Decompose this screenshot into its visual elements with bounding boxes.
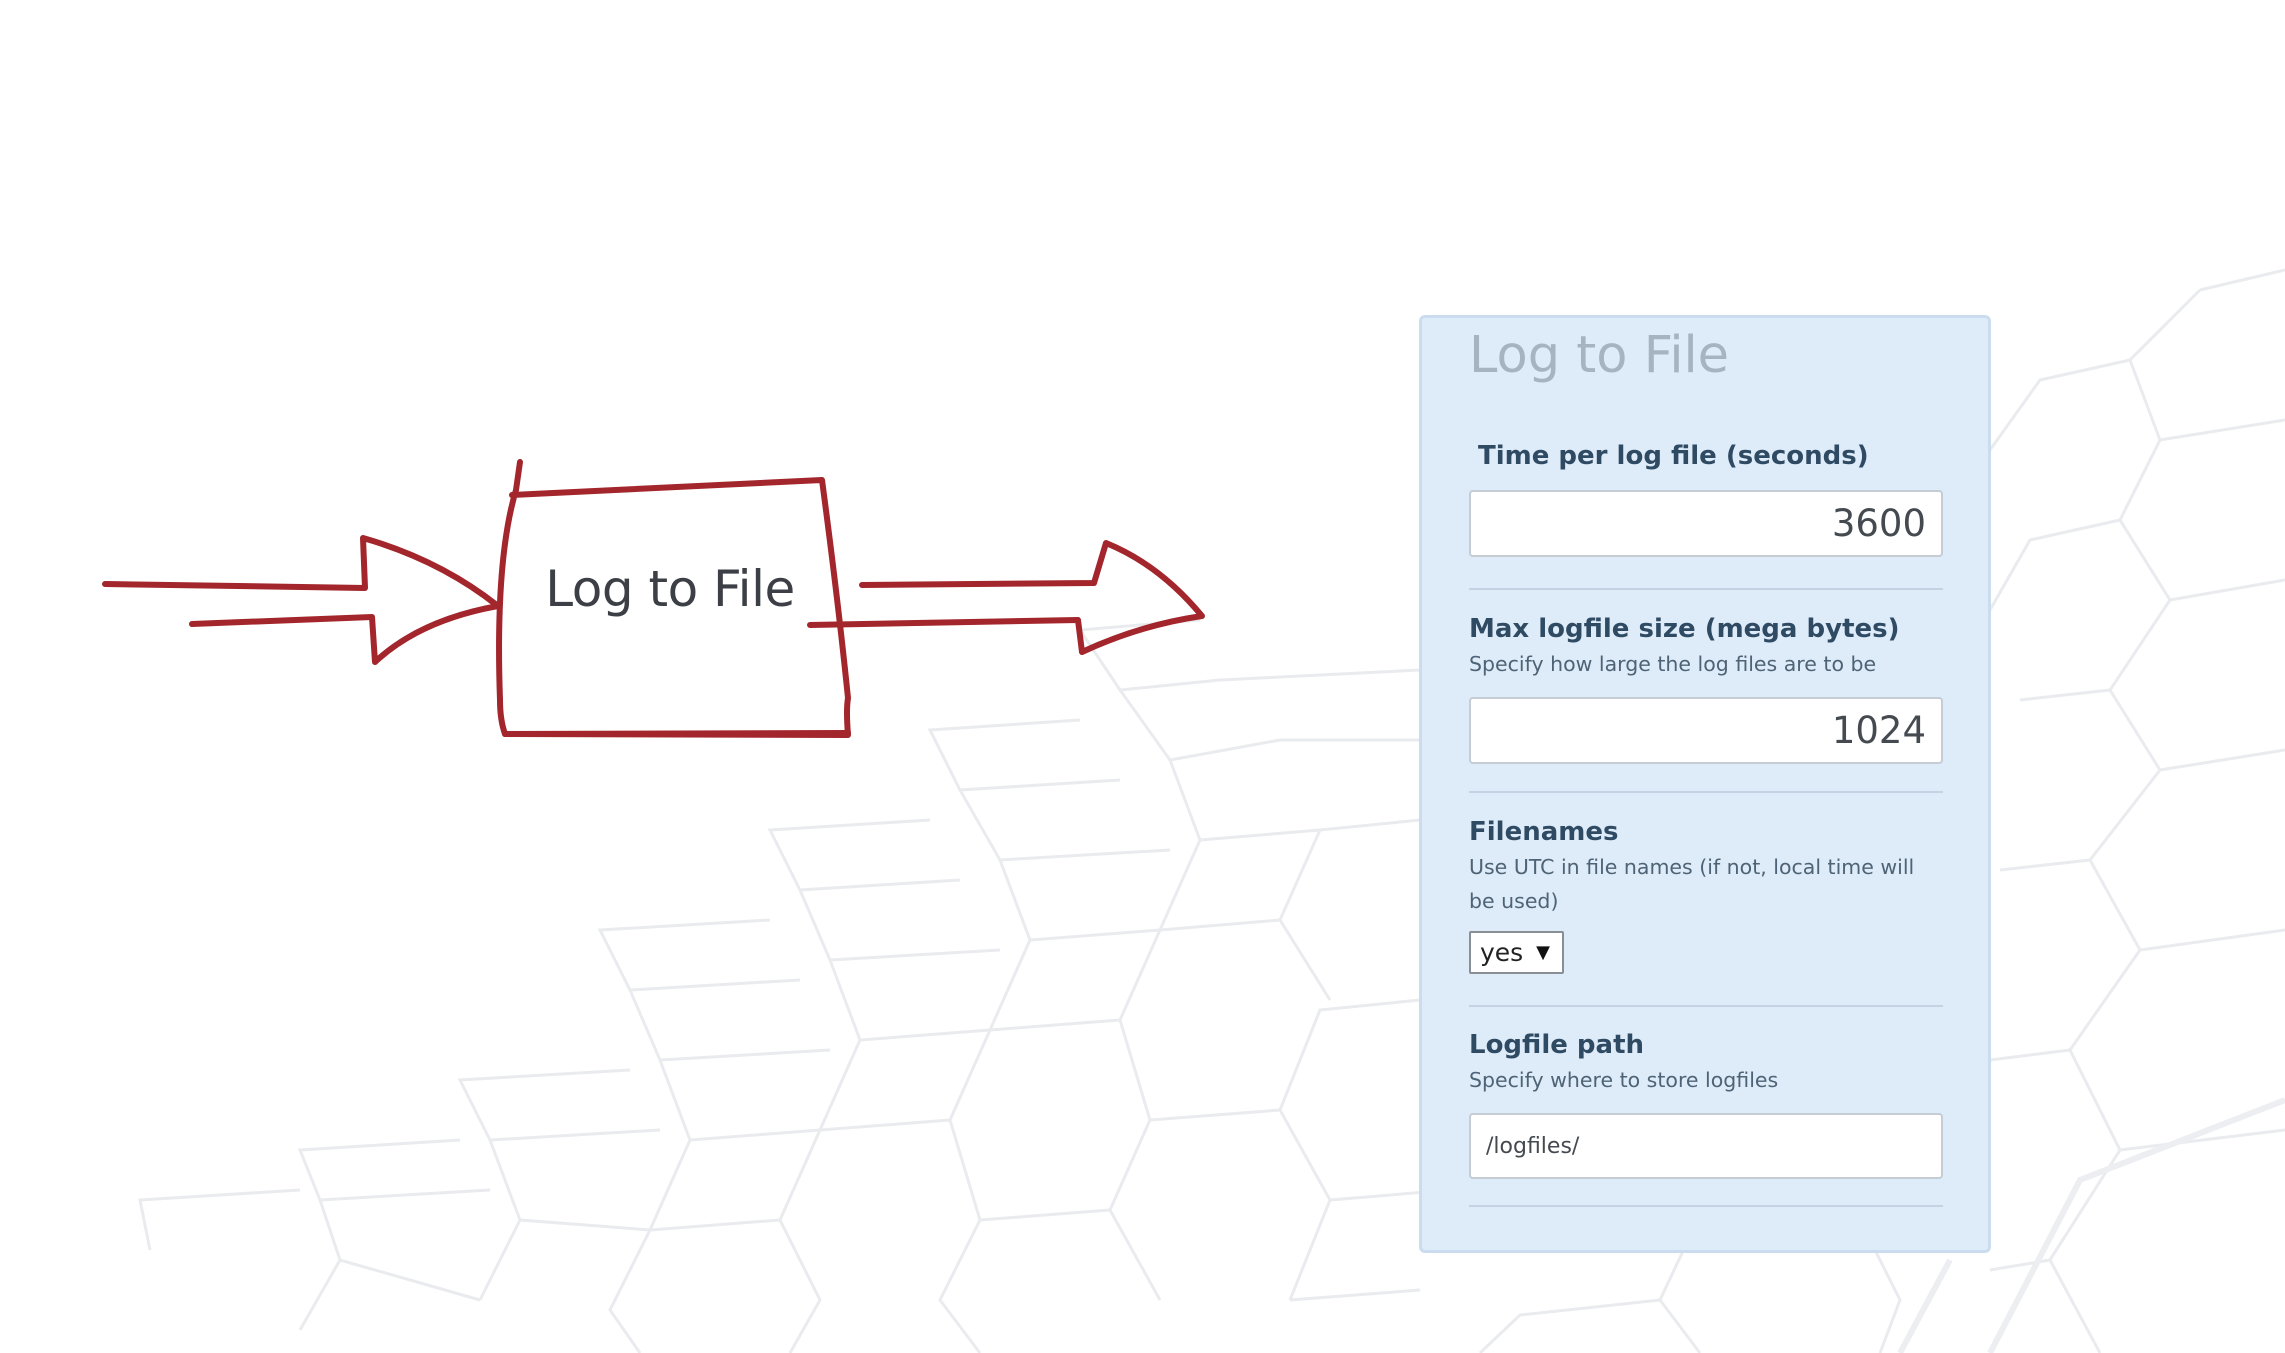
log-to-file-settings-panel: Log to File Time per log file (seconds) … bbox=[1419, 315, 1991, 1253]
time-per-log-file-label: Time per log file (seconds) bbox=[1478, 441, 1869, 471]
divider bbox=[1469, 791, 1943, 793]
logfile-path-input[interactable] bbox=[1469, 1113, 1943, 1179]
logfile-path-help: Specify where to store logfiles bbox=[1469, 1068, 1779, 1092]
divider bbox=[1469, 1205, 1943, 1207]
dropdown-arrow-icon: ▼ bbox=[1536, 942, 1550, 963]
logfile-path-field: Logfile path Specify where to store logf… bbox=[1469, 1027, 1943, 1179]
time-per-log-file-input[interactable] bbox=[1469, 490, 1943, 557]
panel-title: Log to File bbox=[1469, 326, 1730, 385]
diagram-label: Log to File bbox=[545, 560, 795, 618]
input-arrow bbox=[102, 535, 501, 665]
max-logfile-size-help: Specify how large the log files are to b… bbox=[1469, 652, 1877, 676]
max-logfile-size-input[interactable] bbox=[1469, 697, 1943, 764]
max-logfile-size-label: Max logfile size (mega bytes) bbox=[1469, 614, 1900, 644]
use-utc-select[interactable]: yes ▼ bbox=[1469, 931, 1564, 974]
divider bbox=[1469, 1005, 1943, 1007]
divider bbox=[1469, 588, 1943, 590]
filenames-help: Use UTC in file names (if not, local tim… bbox=[1469, 855, 1915, 913]
output-arrow bbox=[807, 540, 1205, 655]
log-to-file-diagram bbox=[102, 459, 1205, 738]
filenames-label: Filenames bbox=[1469, 817, 1619, 847]
max-logfile-size-field: Max logfile size (mega bytes) Specify ho… bbox=[1469, 611, 1943, 764]
logfile-path-label: Logfile path bbox=[1469, 1030, 1645, 1060]
filenames-field: Filenames Use UTC in file names (if not,… bbox=[1469, 814, 1943, 974]
use-utc-selected-value: yes bbox=[1480, 938, 1524, 967]
time-per-log-file-field: Time per log file (seconds) bbox=[1469, 438, 1943, 557]
